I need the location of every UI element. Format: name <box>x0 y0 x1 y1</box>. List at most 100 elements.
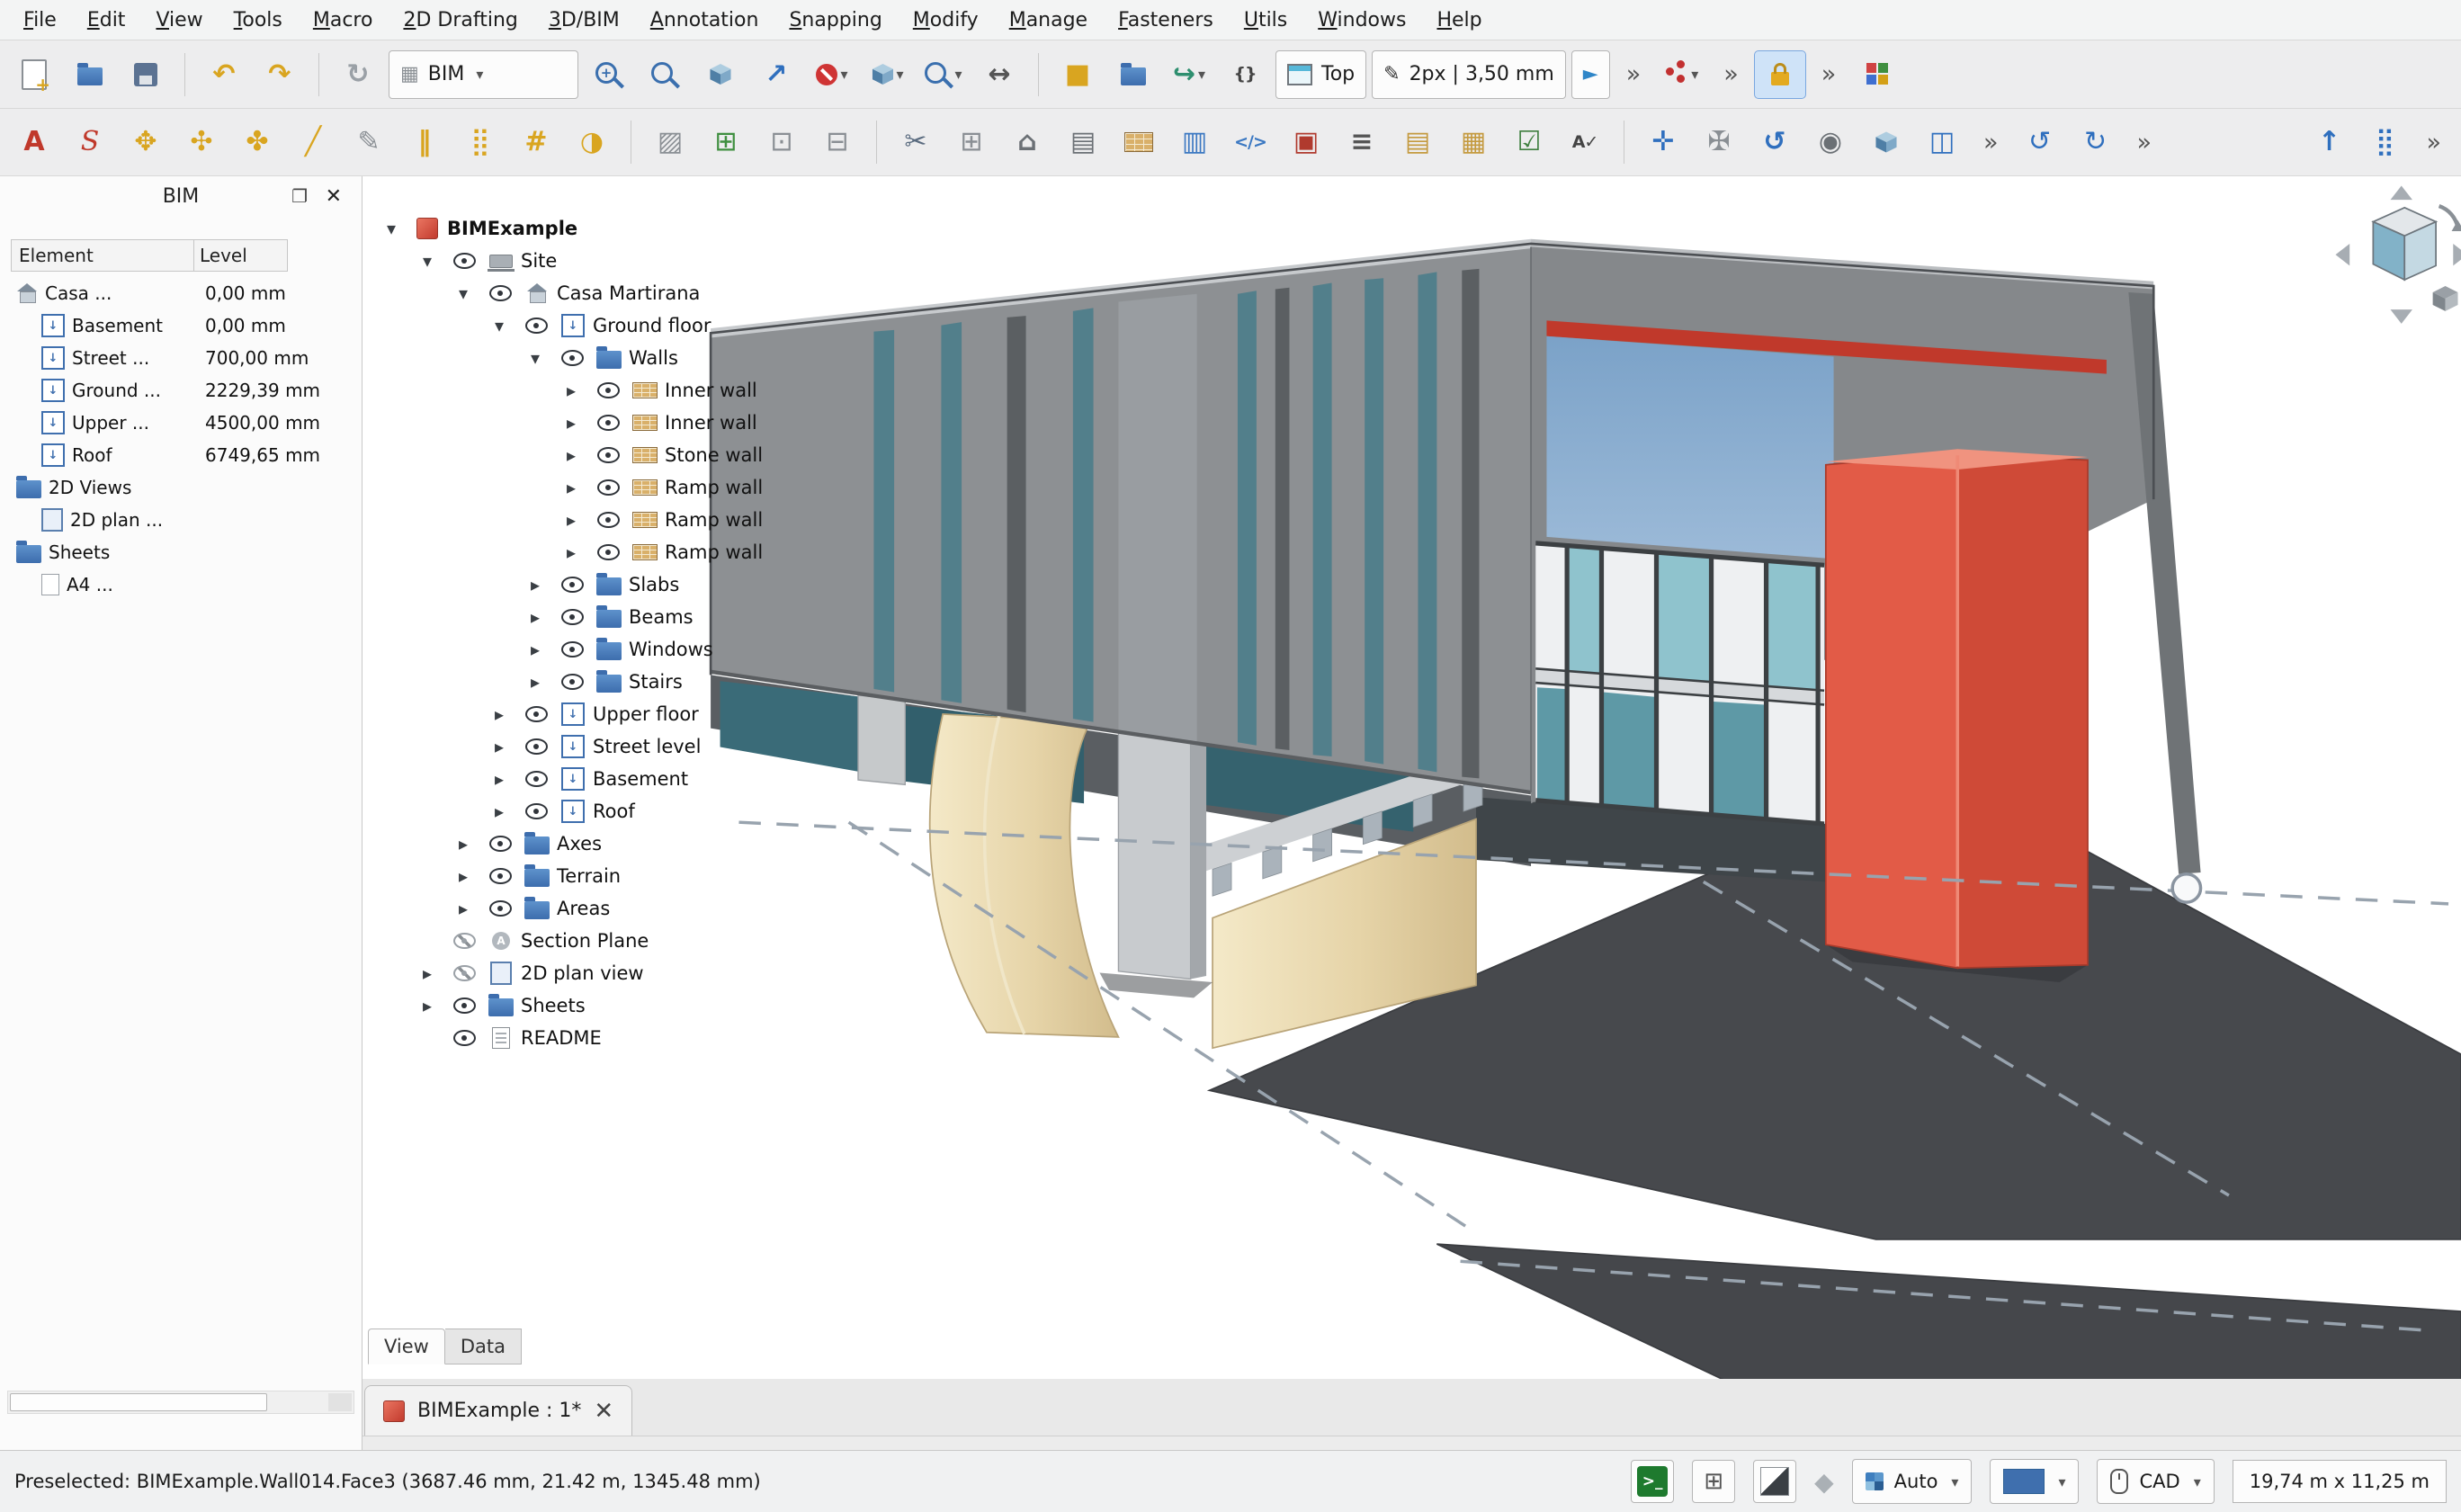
draft-dimension-b[interactable]: ✣ <box>176 119 227 166</box>
3d-viewport[interactable]: ▾BIMExample▾Site▾Casa Martirana▾Ground f… <box>362 176 2461 1379</box>
element-row-ground[interactable]: Ground ...2229,39 mm <box>0 374 362 407</box>
offset-tool[interactable]: ◉ <box>1805 119 1856 166</box>
tab-data[interactable]: Data <box>445 1329 522 1364</box>
expand-arrow[interactable]: ▸ <box>553 543 589 561</box>
part-box[interactable]: ■ <box>1052 51 1103 98</box>
undo[interactable]: ↶ <box>199 51 249 98</box>
layer-select[interactable]: ▾ <box>1990 1459 2079 1504</box>
tree-item-2d-plan-view[interactable]: ▸2D plan view <box>362 957 763 989</box>
tree-item-inner-wall[interactable]: ▸Inner wall <box>362 407 763 439</box>
eye-off-icon[interactable] <box>453 933 476 949</box>
grid-edit[interactable]: ⊞ <box>946 119 997 166</box>
expand-arrow[interactable]: ▸ <box>481 705 517 723</box>
element-row-basement[interactable]: Basement0,00 mm <box>0 309 362 342</box>
make-group[interactable] <box>1108 51 1159 98</box>
view-frame[interactable]: ⊡ <box>756 119 807 166</box>
visibility-eye[interactable] <box>481 900 519 917</box>
expand-arrow[interactable]: ▸ <box>517 608 553 626</box>
save-file[interactable] <box>121 51 171 98</box>
eye-icon[interactable] <box>561 350 584 366</box>
expand-arrow[interactable]: ▸ <box>409 997 445 1015</box>
visibility-eye[interactable] <box>589 544 627 560</box>
menu-view[interactable]: View <box>141 4 217 36</box>
eye-icon[interactable] <box>489 868 512 884</box>
float-panel-icon[interactable]: ❐ <box>291 185 308 207</box>
wall-tool[interactable] <box>1114 119 1164 166</box>
expand-arrow[interactable]: ▸ <box>481 802 517 820</box>
spreadsheet-tool[interactable]: ▦ <box>1448 119 1499 166</box>
overflow-chevron[interactable]: » <box>1983 129 1999 157</box>
tree-item-street-level[interactable]: ▸Street level <box>362 730 763 763</box>
eye-icon[interactable] <box>597 544 620 560</box>
eye-icon[interactable] <box>453 998 476 1014</box>
eye-icon[interactable] <box>597 479 620 496</box>
close-document-icon[interactable]: ✕ <box>594 1398 613 1425</box>
visibility-eye[interactable] <box>481 836 519 852</box>
visibility-eye[interactable] <box>553 609 591 625</box>
edit-undo-arc[interactable]: ↺ <box>2015 119 2065 166</box>
annotation-arrow-button[interactable]: ► <box>1571 50 1610 99</box>
visibility-eye[interactable] <box>445 998 483 1014</box>
dots-grid-tool[interactable]: ⣿ <box>2359 119 2410 166</box>
schedule-tool[interactable]: ▥ <box>1169 119 1220 166</box>
tree-item-roof[interactable]: ▸Roof <box>362 795 763 828</box>
draft-line[interactable]: ╱ <box>288 119 338 166</box>
array-polar[interactable]: ◑ <box>567 119 617 166</box>
rotate-tool[interactable]: ↺ <box>1750 119 1800 166</box>
menu-manage[interactable]: Manage <box>995 4 1102 36</box>
expand-arrow[interactable]: ▸ <box>517 576 553 594</box>
expand-arrow[interactable]: ▾ <box>373 219 409 237</box>
material-tool[interactable]: ▤ <box>1392 119 1443 166</box>
tree-item-ground-floor[interactable]: ▾Ground floor <box>362 309 763 342</box>
compound-tool[interactable]: ◫ <box>1917 119 1967 166</box>
horizontal-scrollbar[interactable] <box>7 1391 354 1414</box>
visibility-eye[interactable] <box>589 447 627 463</box>
visibility-eye[interactable] <box>445 933 483 949</box>
new-file[interactable] <box>9 51 59 98</box>
visibility-eye[interactable] <box>445 253 483 269</box>
red-curved-wall[interactable] <box>1826 449 2088 982</box>
stop-operation[interactable]: ▾ <box>807 51 857 98</box>
visibility-eye[interactable] <box>481 285 519 301</box>
tree-item-slabs[interactable]: ▸Slabs <box>362 568 763 601</box>
move-tool[interactable]: ✛ <box>1638 119 1688 166</box>
zoom-fit-all[interactable] <box>584 51 634 98</box>
grid-toggle-button[interactable]: ⊞ <box>1692 1460 1735 1503</box>
checklist-tool[interactable]: ☑ <box>1504 119 1554 166</box>
tree-item-upper-floor[interactable]: ▸Upper floor <box>362 698 763 730</box>
visibility-eye[interactable] <box>589 382 627 398</box>
element-row-sheets[interactable]: Sheets <box>0 536 362 568</box>
open-file[interactable] <box>65 51 115 98</box>
expand-arrow[interactable]: ▸ <box>553 446 589 464</box>
link-tool[interactable]: ▾ <box>1657 51 1707 98</box>
snap-tool[interactable]: ✠ <box>1694 119 1744 166</box>
maintenance-tools[interactable]: ✂ <box>890 119 941 166</box>
expand-arrow[interactable]: ▸ <box>445 899 481 917</box>
eye-icon[interactable] <box>525 803 548 819</box>
navigation-style-select[interactable]: CAD ▾ <box>2097 1459 2214 1504</box>
menu-2d-drafting[interactable]: 2D Drafting <box>389 4 532 36</box>
array-grid[interactable]: # <box>511 119 561 166</box>
visibility-eye[interactable] <box>517 803 555 819</box>
element-row-2d-plan[interactable]: 2D plan ... <box>0 504 362 536</box>
document-tab[interactable]: BIMExample : 1* ✕ <box>364 1385 632 1436</box>
visibility-eye[interactable] <box>553 641 591 658</box>
overflow-chevron[interactable]: » <box>1626 60 1642 88</box>
expand-arrow[interactable]: ▾ <box>517 349 553 367</box>
tree-item-beams[interactable]: ▸Beams <box>362 601 763 633</box>
element-row-street[interactable]: Street ...700,00 mm <box>0 342 362 374</box>
tree-item-section-plane[interactable]: Section Plane <box>362 925 763 957</box>
tree-item-terrain[interactable]: ▸Terrain <box>362 860 763 892</box>
array-dots[interactable]: ⣿ <box>455 119 506 166</box>
tree-item-stairs[interactable]: ▸Stairs <box>362 666 763 698</box>
overflow-chevron[interactable]: » <box>2137 129 2152 157</box>
tree-item-readme[interactable]: README <box>362 1022 763 1054</box>
menu-snapping[interactable]: Snapping <box>774 4 896 36</box>
expand-arrow[interactable]: ▸ <box>409 964 445 982</box>
scrollbar-thumb[interactable] <box>10 1393 267 1411</box>
eye-icon[interactable] <box>561 609 584 625</box>
upgrade-tool[interactable]: ↑ <box>2304 119 2354 166</box>
eye-icon[interactable] <box>489 836 512 852</box>
visibility-eye[interactable] <box>445 1030 483 1046</box>
line-style-button[interactable]: ✎2px | 3,50 mm <box>1372 50 1566 99</box>
